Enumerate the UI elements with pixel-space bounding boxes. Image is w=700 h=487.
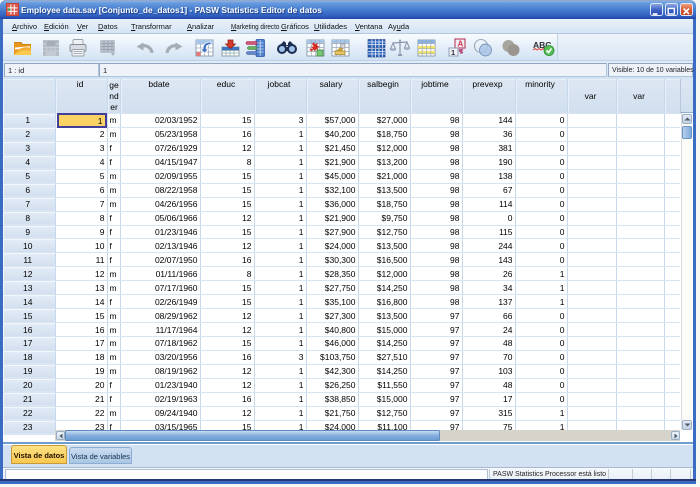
svg-text:1: 1 (451, 48, 455, 57)
svg-text:A: A (458, 40, 464, 49)
